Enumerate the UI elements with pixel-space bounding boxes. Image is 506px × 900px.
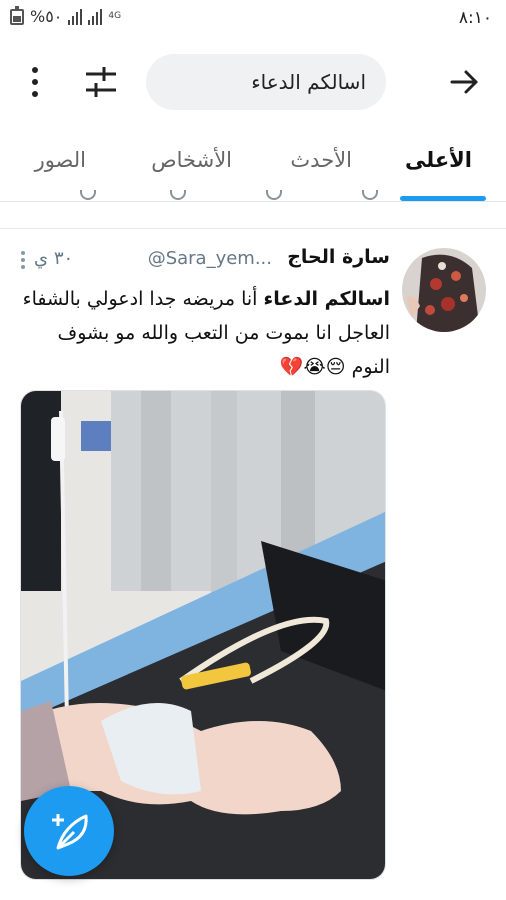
vertical-dots-icon — [32, 67, 38, 97]
tab-photos[interactable]: الصور — [35, 148, 86, 172]
retweet-icon[interactable] — [266, 190, 282, 200]
tab-latest[interactable]: الأحدث — [290, 148, 352, 172]
avatar-image — [402, 248, 486, 332]
network-type: 4G — [108, 11, 122, 21]
compose-tweet-button[interactable] — [24, 786, 114, 876]
feather-plus-icon — [52, 814, 88, 850]
back-button[interactable] — [446, 64, 482, 100]
search-input[interactable]: اسالكم الدعاء — [146, 54, 386, 110]
arrow-right-icon — [450, 70, 478, 94]
tweet-highlight: اسالكم الدعاء — [263, 288, 390, 310]
reply-icon[interactable] — [362, 190, 378, 200]
tweet-header: سارة الحاج @Sara_yem... ٣٠ ي — [20, 246, 390, 278]
share-icon[interactable] — [80, 190, 96, 200]
tweet-divider — [0, 228, 506, 229]
tab-people[interactable]: الأشخاص — [151, 148, 232, 172]
search-query-text: اسالكم الدعاء — [251, 70, 366, 94]
search-top-bar: اسالكم الدعاء — [0, 44, 506, 120]
more-options-button[interactable] — [24, 64, 46, 100]
tweet-more-icon[interactable] — [20, 250, 26, 270]
signal-icon — [68, 8, 83, 25]
battery-icon — [10, 5, 24, 25]
sliders-icon — [86, 67, 116, 97]
status-time: ٨:١٠ — [458, 8, 492, 28]
search-filter-button[interactable] — [82, 64, 120, 100]
signal-icon-2 — [88, 8, 103, 25]
tweet-time: ٣٠ ي — [34, 248, 74, 269]
tab-top[interactable]: الأعلى — [405, 148, 472, 172]
avatar[interactable] — [402, 248, 486, 332]
status-indicators: %٥٠ 4G — [10, 5, 122, 26]
status-bar: %٥٠ 4G ٨:١٠ — [0, 0, 506, 38]
tweet-emojis: 😔😭💔 — [279, 356, 346, 378]
author-name[interactable]: سارة الحاج — [287, 246, 390, 268]
battery-percent: %٥٠ — [30, 7, 63, 26]
tweet-text: اسالكم الدعاء أنا مريضه جدا ادعولي بالشف… — [20, 282, 390, 384]
previous-tweet-actions — [0, 190, 506, 210]
author-handle[interactable]: @Sara_yem... — [148, 248, 272, 269]
like-icon[interactable] — [170, 190, 186, 200]
